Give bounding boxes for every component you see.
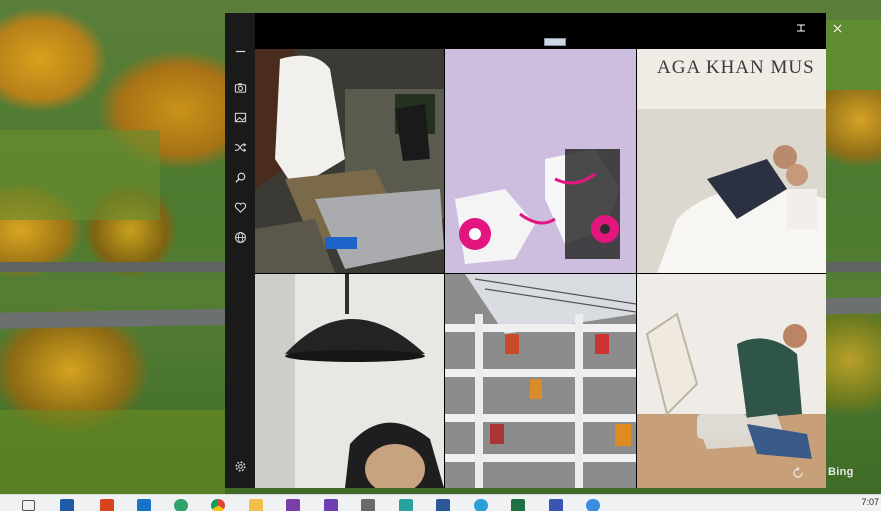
sign-text: AGA KHAN MUS <box>657 57 815 78</box>
refresh-icon <box>793 466 803 478</box>
close-icon <box>832 24 842 33</box>
photo-tile[interactable] <box>445 49 636 273</box>
office-icon[interactable] <box>100 499 114 511</box>
photo-tile[interactable] <box>255 274 444 488</box>
taskbar-clock[interactable]: 7:07 <box>861 497 879 507</box>
explorer-icon[interactable] <box>249 499 263 511</box>
taskbar: 7:07 <box>0 494 881 511</box>
azure-icon[interactable] <box>399 499 413 511</box>
heart-icon <box>234 202 246 213</box>
store-icon[interactable] <box>60 499 74 511</box>
search-icon <box>234 172 245 183</box>
shuffle-button[interactable] <box>230 137 250 157</box>
word-icon[interactable] <box>436 499 450 511</box>
close-button[interactable] <box>823 19 851 41</box>
web-button[interactable] <box>230 227 250 247</box>
save-icon[interactable] <box>549 499 563 511</box>
photo-lamp-man <box>255 274 444 488</box>
settings-button[interactable] <box>230 456 250 476</box>
drag-handle[interactable] <box>544 38 566 46</box>
photo-atrium-building <box>445 274 636 488</box>
excel-icon[interactable] <box>511 499 525 511</box>
photo-roller-skates <box>445 49 636 273</box>
onenote-icon[interactable] <box>286 499 300 511</box>
gear-icon <box>234 460 246 472</box>
app-blue-icon[interactable] <box>586 499 600 511</box>
camera-icon <box>234 82 246 93</box>
task-view-icon[interactable] <box>22 500 35 511</box>
chrome-icon[interactable] <box>211 499 225 511</box>
photo-tile[interactable] <box>255 49 444 273</box>
shuffle-icon <box>234 142 246 152</box>
side-rail <box>225 13 255 488</box>
photo-tile[interactable] <box>445 274 636 488</box>
edge-icon[interactable] <box>174 499 188 511</box>
files-icon[interactable] <box>361 499 375 511</box>
favorites-button[interactable] <box>230 197 250 217</box>
telegram-icon[interactable] <box>474 499 488 511</box>
wallpaper-field <box>0 130 160 220</box>
search-button[interactable] <box>230 167 250 187</box>
photo-tile[interactable]: AGA KHAN MUS <box>637 49 826 273</box>
mail-icon[interactable] <box>137 499 151 511</box>
menu-button[interactable] <box>230 41 250 61</box>
photo-wedding-couple <box>637 49 826 273</box>
hamburger-icon <box>235 50 245 52</box>
bing-wallpaper-window: AGA KHAN MUS Bing <box>225 13 853 488</box>
wallpaper-field <box>0 410 225 494</box>
set-wallpaper-button[interactable] <box>230 107 250 127</box>
globe-icon <box>234 231 246 243</box>
photo-tile[interactable] <box>637 274 826 488</box>
photo-grid: AGA KHAN MUS <box>255 49 826 488</box>
bing-logo-text: Bing <box>828 466 854 478</box>
visual-studio-icon[interactable] <box>324 499 338 511</box>
camera-button[interactable] <box>230 77 250 97</box>
minimize-button[interactable] <box>787 19 815 41</box>
title-bar[interactable] <box>255 13 842 49</box>
refresh-button[interactable] <box>790 465 810 485</box>
minimize-icon <box>797 24 805 32</box>
photo-laptop-woman <box>255 49 444 273</box>
image-icon <box>234 112 246 122</box>
photo-guitar-woman <box>637 274 826 488</box>
